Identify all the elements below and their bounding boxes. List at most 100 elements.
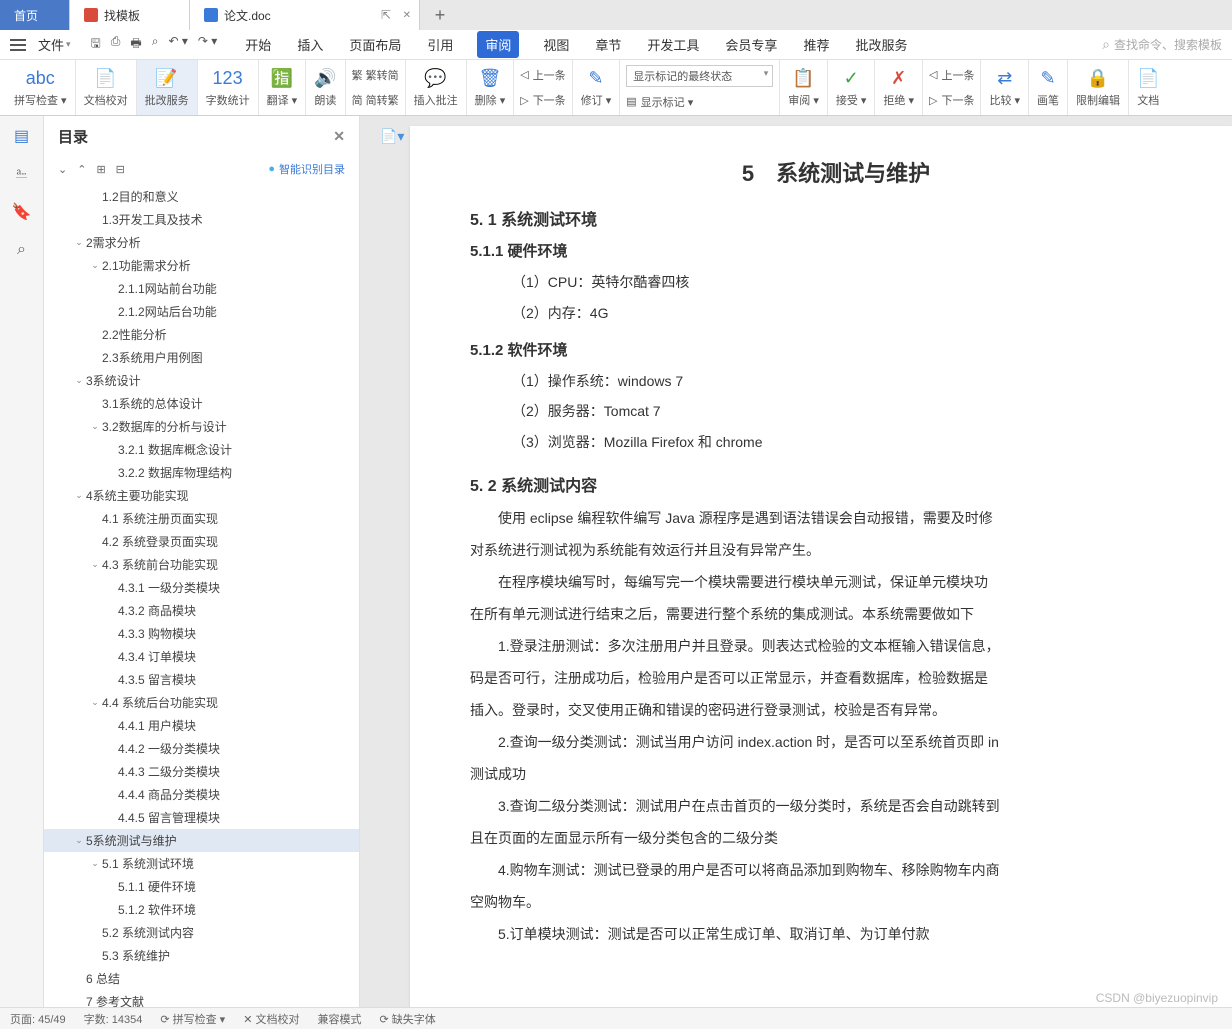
chevron-down-icon[interactable]: ⌄: [72, 237, 86, 248]
close-tab-icon[interactable]: ✕: [403, 10, 411, 21]
page-status[interactable]: 页面: 45/49: [10, 1011, 66, 1027]
toc-item[interactable]: 1.2目的和意义: [44, 185, 359, 208]
toc-item[interactable]: 5.2 系统测试内容: [44, 921, 359, 944]
accept-button[interactable]: ✓接受 ▾: [828, 60, 876, 115]
redo-icon[interactable]: ↷ ▾: [198, 34, 217, 55]
menu-章节[interactable]: 章节: [593, 31, 623, 58]
wordcount-button[interactable]: 123字数统计: [198, 60, 259, 115]
toc-item[interactable]: 3.1系统的总体设计: [44, 392, 359, 415]
reject-button[interactable]: ✗拒绝 ▾: [875, 60, 923, 115]
menu-批改服务[interactable]: 批改服务: [853, 31, 909, 58]
font-status[interactable]: ⟳ 缺失字体: [379, 1011, 435, 1027]
command-search[interactable]: 查找命令、搜索模板: [1102, 36, 1222, 53]
toc-item[interactable]: 4.4.5 留言管理模块: [44, 806, 359, 829]
export-icon[interactable]: ⎙: [111, 34, 121, 55]
toc-item[interactable]: ⌄2.1功能需求分析: [44, 254, 359, 277]
toc-add-icon[interactable]: ⊞: [96, 163, 105, 176]
toc-item[interactable]: 5.1.2 软件环境: [44, 898, 359, 921]
toc-item[interactable]: 4.4.3 二级分类模块: [44, 760, 359, 783]
toc-close-button[interactable]: ✕: [333, 128, 345, 145]
undo-icon[interactable]: ↶ ▾: [168, 34, 187, 55]
proofread-button[interactable]: 📄文档校对: [76, 60, 137, 115]
chevron-down-icon[interactable]: ⌄: [72, 835, 86, 846]
toc-item[interactable]: 2.3系统用户用例图: [44, 346, 359, 369]
toc-item[interactable]: 5.3 系统维护: [44, 944, 359, 967]
toc-item[interactable]: 5.1.1 硬件环境: [44, 875, 359, 898]
menu-插入[interactable]: 插入: [295, 31, 325, 58]
new-tab-button[interactable]: +: [420, 0, 460, 30]
trad-to-simp-button[interactable]: 繁 繁转简: [352, 67, 399, 83]
toc-item[interactable]: 4.3.4 订单模块: [44, 645, 359, 668]
tab-template[interactable]: 找模板: [70, 0, 190, 30]
toc-item[interactable]: 3.2.2 数据库物理结构: [44, 461, 359, 484]
toc-item[interactable]: 6 总结: [44, 967, 359, 990]
read-aloud-button[interactable]: 🔊朗读: [306, 60, 345, 115]
prev-change-button[interactable]: ◁上一条: [929, 67, 974, 83]
toc-item[interactable]: 4.3.1 一级分类模块: [44, 576, 359, 599]
file-menu[interactable]: 文件▾: [32, 35, 77, 54]
hamburger-icon[interactable]: [10, 39, 26, 51]
toc-item[interactable]: ⌄5.1 系统测试环境: [44, 852, 359, 875]
menu-视图[interactable]: 视图: [541, 31, 571, 58]
toc-item[interactable]: 4.3.3 购物模块: [44, 622, 359, 645]
toc-item[interactable]: 2.2性能分析: [44, 323, 359, 346]
preview-icon[interactable]: ⌕: [152, 34, 159, 55]
toc-item[interactable]: ⌄4系统主要功能实现: [44, 484, 359, 507]
menu-会员专享[interactable]: 会员专享: [723, 31, 779, 58]
toc-item[interactable]: ⌄4.3 系统前台功能实现: [44, 553, 359, 576]
toc-item[interactable]: ⌄5系统测试与维护: [44, 829, 359, 852]
toc-item[interactable]: ⌄4.4 系统后台功能实现: [44, 691, 359, 714]
bookmark-icon[interactable]: 🔖: [12, 202, 32, 222]
doc-edit-button[interactable]: 📄文档: [1129, 60, 1167, 115]
toc-item[interactable]: ⌄3系统设计: [44, 369, 359, 392]
menu-审阅[interactable]: 审阅: [477, 31, 519, 58]
pen-button[interactable]: ✎画笔: [1029, 60, 1068, 115]
toc-collapse-icon[interactable]: ⌄: [58, 163, 67, 176]
search-icon[interactable]: ⌕: [12, 240, 32, 260]
prev-comment-button[interactable]: ◁上一条: [520, 67, 565, 83]
document-area[interactable]: 📄▾ 5 系统测试与维护 5. 1 系统测试环境 5.1.1 硬件环境 （1）C…: [360, 116, 1232, 1011]
tab-home[interactable]: 首页: [0, 0, 70, 30]
translate-button[interactable]: 🈯翻译 ▾: [259, 60, 307, 115]
chevron-down-icon[interactable]: ⌄: [72, 490, 86, 501]
export-icon[interactable]: ⇱: [381, 8, 391, 22]
toc-item[interactable]: 4.2 系统登录页面实现: [44, 530, 359, 553]
insert-comment-button[interactable]: 💬插入批注: [406, 60, 467, 115]
chevron-down-icon[interactable]: ⌄: [88, 260, 102, 271]
bookmark-nav-icon[interactable]: ⎁: [12, 164, 32, 184]
toc-item[interactable]: 3.2.1 数据库概念设计: [44, 438, 359, 461]
print-icon[interactable]: 🖶: [130, 34, 141, 55]
toc-list[interactable]: 1.2目的和意义1.3开发工具及技术⌄2需求分析⌄2.1功能需求分析2.1.1网…: [44, 181, 359, 1011]
save-icon[interactable]: 🖫: [91, 34, 101, 55]
toc-item[interactable]: 4.4.2 一级分类模块: [44, 737, 359, 760]
chevron-down-icon[interactable]: ⌄: [88, 697, 102, 708]
toc-item[interactable]: 4.1 系统注册页面实现: [44, 507, 359, 530]
delete-comment-button[interactable]: 🗑删除 ▾: [467, 60, 515, 115]
next-change-button[interactable]: ▷下一条: [929, 92, 974, 108]
simp-to-trad-button[interactable]: 简 简转繁: [352, 92, 399, 108]
next-comment-button[interactable]: ▷下一条: [520, 92, 565, 108]
menu-推荐[interactable]: 推荐: [801, 31, 831, 58]
correction-service-button[interactable]: 📝批改服务: [137, 60, 198, 115]
menu-开始[interactable]: 开始: [243, 31, 273, 58]
toc-smart-button[interactable]: 智能识别目录: [268, 161, 345, 177]
show-markup-button[interactable]: ▤显示标记 ▾: [626, 94, 773, 110]
wordcount-status[interactable]: 字数: 14354: [84, 1011, 143, 1027]
proof-status[interactable]: ✕ 文档校对: [243, 1011, 299, 1027]
toc-item[interactable]: ⌄3.2数据库的分析与设计: [44, 415, 359, 438]
toc-item[interactable]: 4.3.5 留言模块: [44, 668, 359, 691]
toc-item[interactable]: 4.4.1 用户模块: [44, 714, 359, 737]
chevron-down-icon[interactable]: ⌄: [88, 421, 102, 432]
chevron-down-icon[interactable]: ⌄: [88, 559, 102, 570]
toc-item[interactable]: 2.1.2网站后台功能: [44, 300, 359, 323]
menu-引用[interactable]: 引用: [425, 31, 455, 58]
toc-remove-icon[interactable]: ⊟: [116, 163, 125, 176]
menu-开发工具[interactable]: 开发工具: [645, 31, 701, 58]
toc-item[interactable]: 1.3开发工具及技术: [44, 208, 359, 231]
compare-button[interactable]: ⇄比较 ▾: [981, 60, 1029, 115]
spellcheck-status[interactable]: ⟳ 拼写检查 ▾: [160, 1011, 225, 1027]
restrict-edit-button[interactable]: 🔒限制编辑: [1068, 60, 1129, 115]
toc-item[interactable]: 2.1.1网站前台功能: [44, 277, 359, 300]
toc-item[interactable]: ⌄2需求分析: [44, 231, 359, 254]
outline-icon[interactable]: ▤: [12, 126, 32, 146]
